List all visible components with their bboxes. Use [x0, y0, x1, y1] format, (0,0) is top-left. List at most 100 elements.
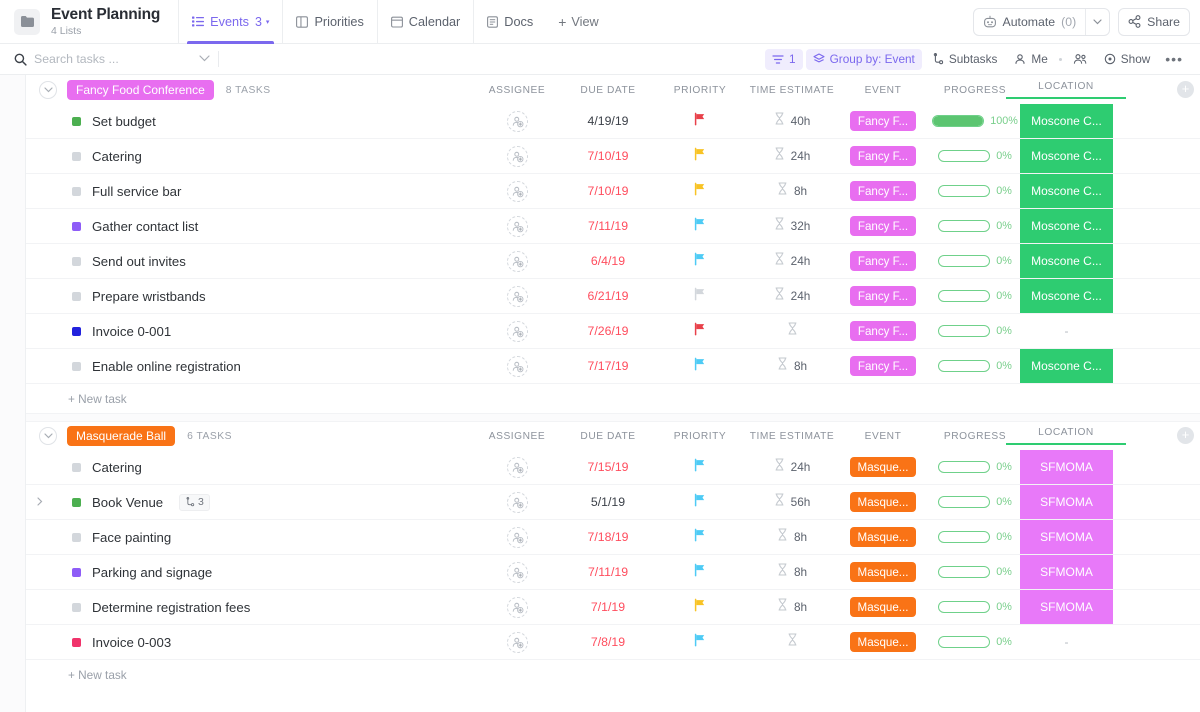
progress-bar[interactable] [938, 150, 990, 162]
due-date-cell[interactable]: 7/11/19 [558, 209, 658, 243]
time-estimate-cell[interactable]: 8h [742, 349, 842, 383]
assignee-cell[interactable] [497, 555, 537, 589]
priority-flag-icon[interactable] [693, 112, 707, 131]
progress-bar[interactable] [932, 115, 984, 127]
table-row[interactable]: Book Venue35/1/1956hMasque...0%SFMOMA [26, 485, 1200, 520]
table-row[interactable]: Invoice 0-0017/26/19Fancy F...0%- [26, 314, 1200, 349]
progress-bar[interactable] [938, 325, 990, 337]
share-button[interactable]: Share [1118, 8, 1190, 36]
progress-cell[interactable]: 0% [928, 450, 1022, 484]
event-cell[interactable]: Fancy F... [838, 314, 928, 348]
me-filter-button[interactable]: Me [1007, 49, 1054, 70]
add-assignee-icon[interactable] [507, 457, 528, 478]
event-cell[interactable]: Masque... [838, 520, 928, 554]
subtask-count-badge[interactable]: 3 [179, 494, 210, 511]
location-cell[interactable]: SFMOMA [1020, 520, 1113, 554]
table-row[interactable]: Gather contact list7/11/1932hFancy F...0… [26, 209, 1200, 244]
progress-cell[interactable]: 0% [928, 485, 1022, 519]
due-date-cell[interactable]: 4/19/19 [558, 104, 658, 138]
tab-docs[interactable]: Docs [473, 0, 546, 44]
task-status-square[interactable] [72, 222, 81, 231]
add-assignee-icon[interactable] [507, 527, 528, 548]
task-name[interactable]: Send out invites [92, 254, 186, 269]
assignee-cell[interactable] [497, 104, 537, 138]
due-date-cell[interactable]: 7/10/19 [558, 139, 658, 173]
add-assignee-icon[interactable] [507, 251, 528, 272]
chevron-down-icon[interactable] [39, 81, 57, 99]
task-status-square[interactable] [72, 117, 81, 126]
progress-bar[interactable] [938, 601, 990, 613]
priority-cell[interactable] [670, 349, 730, 383]
task-name[interactable]: Invoice 0-001 [92, 324, 171, 339]
event-cell[interactable]: Fancy F... [838, 279, 928, 313]
table-row[interactable]: Determine registration fees7/1/198hMasqu… [26, 590, 1200, 625]
column-header-location[interactable]: LOCATION [1006, 81, 1126, 99]
table-row[interactable]: Catering7/10/1924hFancy F...0%Moscone C.… [26, 139, 1200, 174]
more-options-button[interactable]: ••• [1160, 49, 1188, 70]
progress-cell[interactable]: 0% [928, 244, 1022, 278]
assignee-cell[interactable] [497, 279, 537, 313]
task-name[interactable]: Full service bar [92, 184, 181, 199]
due-date-cell[interactable]: 7/15/19 [558, 450, 658, 484]
task-status-square[interactable] [72, 187, 81, 196]
priority-flag-icon[interactable] [693, 252, 707, 271]
priority-flag-icon[interactable] [693, 287, 707, 306]
assignee-cell[interactable] [497, 174, 537, 208]
assignee-cell[interactable] [497, 625, 537, 659]
add-assignee-icon[interactable] [507, 146, 528, 167]
progress-cell[interactable]: 0% [928, 349, 1022, 383]
expand-subtasks-icon[interactable] [35, 497, 45, 508]
task-name[interactable]: Determine registration fees [92, 600, 250, 615]
priority-cell[interactable] [670, 625, 730, 659]
chevron-down-icon[interactable] [1086, 9, 1109, 35]
time-estimate-cell[interactable] [742, 314, 842, 348]
add-assignee-icon[interactable] [507, 597, 528, 618]
priority-cell[interactable] [670, 520, 730, 554]
priority-cell[interactable] [670, 450, 730, 484]
group-name-badge[interactable]: Fancy Food Conference [67, 80, 214, 100]
add-column-button[interactable]: + [1177, 81, 1194, 98]
location-cell[interactable]: SFMOMA [1020, 450, 1113, 484]
assignee-cell[interactable] [497, 209, 537, 243]
column-header-location[interactable]: LOCATION [1006, 427, 1126, 445]
location-cell[interactable]: Moscone C... [1020, 244, 1113, 278]
assignee-cell[interactable] [497, 139, 537, 173]
search-filter-chevron-icon[interactable] [199, 55, 210, 64]
assignees-button[interactable] [1066, 49, 1094, 70]
group-by-button[interactable]: Group by: Event [806, 49, 922, 70]
location-cell[interactable]: - [1020, 625, 1113, 659]
progress-cell[interactable]: 0% [928, 555, 1022, 589]
time-estimate-cell[interactable]: 24h [742, 139, 842, 173]
assignee-cell[interactable] [497, 590, 537, 624]
task-name[interactable]: Catering [92, 460, 142, 475]
task-status-square[interactable] [72, 603, 81, 612]
chevron-down-icon[interactable]: ▾ [266, 18, 270, 26]
task-name[interactable]: Set budget [92, 114, 156, 129]
progress-bar[interactable] [938, 636, 990, 648]
event-cell[interactable]: Fancy F... [838, 244, 928, 278]
progress-bar[interactable] [938, 531, 990, 543]
priority-flag-icon[interactable] [693, 147, 707, 166]
priority-flag-icon[interactable] [693, 217, 707, 236]
add-assignee-icon[interactable] [507, 286, 528, 307]
progress-cell[interactable]: 0% [928, 625, 1022, 659]
event-cell[interactable]: Masque... [838, 485, 928, 519]
location-cell[interactable]: Moscone C... [1020, 209, 1113, 243]
event-cell[interactable]: Fancy F... [838, 349, 928, 383]
add-view-button[interactable]: + View [546, 0, 611, 44]
location-cell[interactable]: - [1020, 314, 1113, 348]
task-status-square[interactable] [72, 533, 81, 542]
priority-cell[interactable] [670, 174, 730, 208]
automate-button[interactable]: Automate (0) [973, 8, 1111, 36]
due-date-cell[interactable]: 7/8/19 [558, 625, 658, 659]
event-cell[interactable]: Masque... [838, 450, 928, 484]
time-estimate-cell[interactable]: 40h [742, 104, 842, 138]
priority-flag-icon[interactable] [693, 493, 707, 512]
task-status-square[interactable] [72, 638, 81, 647]
add-assignee-icon[interactable] [507, 216, 528, 237]
assignee-cell[interactable] [497, 244, 537, 278]
time-estimate-cell[interactable] [742, 625, 842, 659]
filter-button[interactable]: 1 [765, 49, 803, 70]
priority-flag-icon[interactable] [693, 633, 707, 652]
due-date-cell[interactable]: 7/17/19 [558, 349, 658, 383]
